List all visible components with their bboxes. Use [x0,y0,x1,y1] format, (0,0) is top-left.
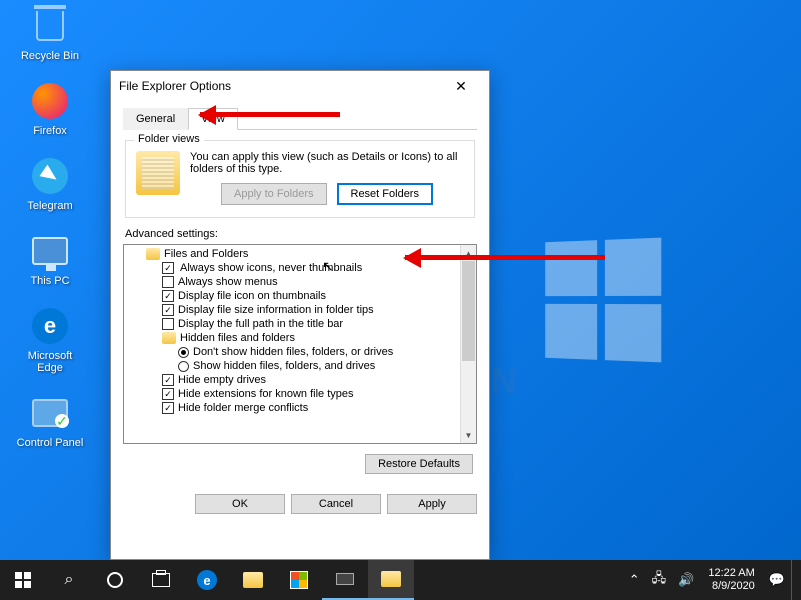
desktop-icon-this-pc[interactable]: This PC [15,230,85,287]
checkbox-icon[interactable] [162,402,174,414]
checkbox-icon[interactable] [162,290,174,302]
folder-views-label: Folder views [134,133,204,145]
restore-defaults-button[interactable]: Restore Defaults [365,454,473,474]
task-view-button[interactable] [138,560,184,600]
taskbar-app-snip[interactable] [322,560,368,600]
tree-item-hide-empty-drives[interactable]: Hide empty drives [126,373,474,387]
folder-icon [146,248,160,260]
taskbar-app-store[interactable] [276,560,322,600]
this-pc-icon [32,237,68,265]
search-button[interactable]: ⌕ [46,560,92,600]
taskbar-app-explorer[interactable] [230,560,276,600]
annotation-arrow [200,109,340,121]
telegram-icon [32,158,68,194]
tray-network[interactable]: 🖧 [646,569,673,591]
checkbox-icon[interactable] [162,276,174,288]
tray-volume[interactable]: 🔊 [672,572,700,588]
file-explorer-icon [243,572,263,588]
tree-item-display-full-path[interactable]: Display the full path in the title bar [126,317,474,331]
radio-icon[interactable] [178,347,189,358]
tree-item-hide-extensions[interactable]: Hide extensions for known file types [126,387,474,401]
annotation-arrow [405,252,605,264]
task-view-icon [152,573,170,587]
folder-views-text: You can apply this view (such as Details… [190,151,464,175]
checkbox-icon[interactable] [162,374,174,386]
scroll-thumb[interactable] [462,261,475,361]
apply-to-folders-button: Apply to Folders [221,183,326,205]
chevron-up-icon: ⌃ [629,572,640,587]
volume-icon: 🔊 [678,572,694,587]
show-desktop-button[interactable] [791,560,797,600]
desktop: Recycle Bin Firefox Telegram This PC eMi… [0,0,801,600]
advanced-settings-tree[interactable]: Files and Folders Always show icons, nev… [123,244,477,444]
folder-views-group: Folder views You can apply this view (su… [125,140,475,218]
edge-icon: e [32,308,68,344]
taskbar-app-explorer-active[interactable] [368,560,414,600]
notification-icon: 💬 [769,572,785,587]
checkbox-icon[interactable] [162,388,174,400]
close-icon: ✕ [455,78,467,95]
tree-item-always-show-menus[interactable]: Always show menus [126,275,474,289]
tree-item-display-file-icon[interactable]: Display file icon on thumbnails [126,289,474,303]
clock-date: 8/9/2020 [708,580,754,593]
radio-icon[interactable] [178,361,189,372]
desktop-icon-edge[interactable]: eMicrosoft Edge [15,305,85,374]
desktop-icon-telegram[interactable]: Telegram [15,155,85,212]
snip-icon [336,573,354,585]
scroll-down-icon[interactable]: ▼ [461,427,476,443]
tree-item-dont-show-hidden[interactable]: Don't show hidden files, folders, or dri… [126,345,474,359]
desktop-icon-control-panel[interactable]: Control Panel [15,392,85,449]
folder-icon [162,332,176,344]
close-button[interactable]: ✕ [441,72,481,100]
cancel-button[interactable]: Cancel [291,494,381,514]
tree-item-show-hidden[interactable]: Show hidden files, folders, and drives [126,359,474,373]
file-explorer-options-dialog: File Explorer Options ✕ General View Sea… [110,70,490,560]
scrollbar[interactable]: ▲ ▼ [460,245,476,443]
taskbar: ⌕ e ⌃ 🖧 🔊 12:22 AM 8/9/2020 💬 [0,560,801,600]
apply-button[interactable]: Apply [387,494,477,514]
tray-notifications[interactable]: 💬 [763,572,791,588]
windows-icon [15,572,31,588]
tab-general[interactable]: General [123,108,188,130]
edge-icon: e [197,570,217,590]
store-icon [290,571,308,589]
desktop-icons: Recycle Bin Firefox Telegram This PC eMi… [15,5,85,449]
clock-time: 12:22 AM [708,567,754,580]
firefox-icon [32,83,68,119]
taskbar-clock[interactable]: 12:22 AM 8/9/2020 [700,567,762,593]
dialog-title: File Explorer Options [119,79,231,93]
search-icon: ⌕ [65,571,74,589]
tray-overflow[interactable]: ⌃ [623,572,646,588]
dialog-footer: OK Cancel Apply [111,484,489,524]
file-explorer-icon [381,571,401,587]
tree-item-hide-merge-conflicts[interactable]: Hide folder merge conflicts [126,401,474,415]
tree-item-display-file-size[interactable]: Display file size information in folder … [126,303,474,317]
cursor-icon: ↖ [322,258,334,275]
dialog-titlebar[interactable]: File Explorer Options ✕ [111,71,489,101]
start-button[interactable] [0,560,46,600]
checkbox-icon[interactable] [162,304,174,316]
network-icon: 🖧 [652,570,667,585]
folder-views-icon [136,151,180,195]
control-panel-icon [32,399,68,427]
desktop-icon-firefox[interactable]: Firefox [15,80,85,137]
reset-folders-button[interactable]: Reset Folders [337,183,433,205]
taskbar-app-edge[interactable]: e [184,560,230,600]
ok-button[interactable]: OK [195,494,285,514]
recycle-bin-icon [36,11,64,41]
checkbox-icon[interactable] [162,318,174,330]
desktop-icon-recycle-bin[interactable]: Recycle Bin [15,5,85,62]
cortana-icon [107,572,123,588]
tree-item-hidden-files-folder[interactable]: Hidden files and folders [126,331,474,345]
advanced-settings-label: Advanced settings: [125,228,475,240]
checkbox-icon[interactable] [162,262,174,274]
cortana-button[interactable] [92,560,138,600]
